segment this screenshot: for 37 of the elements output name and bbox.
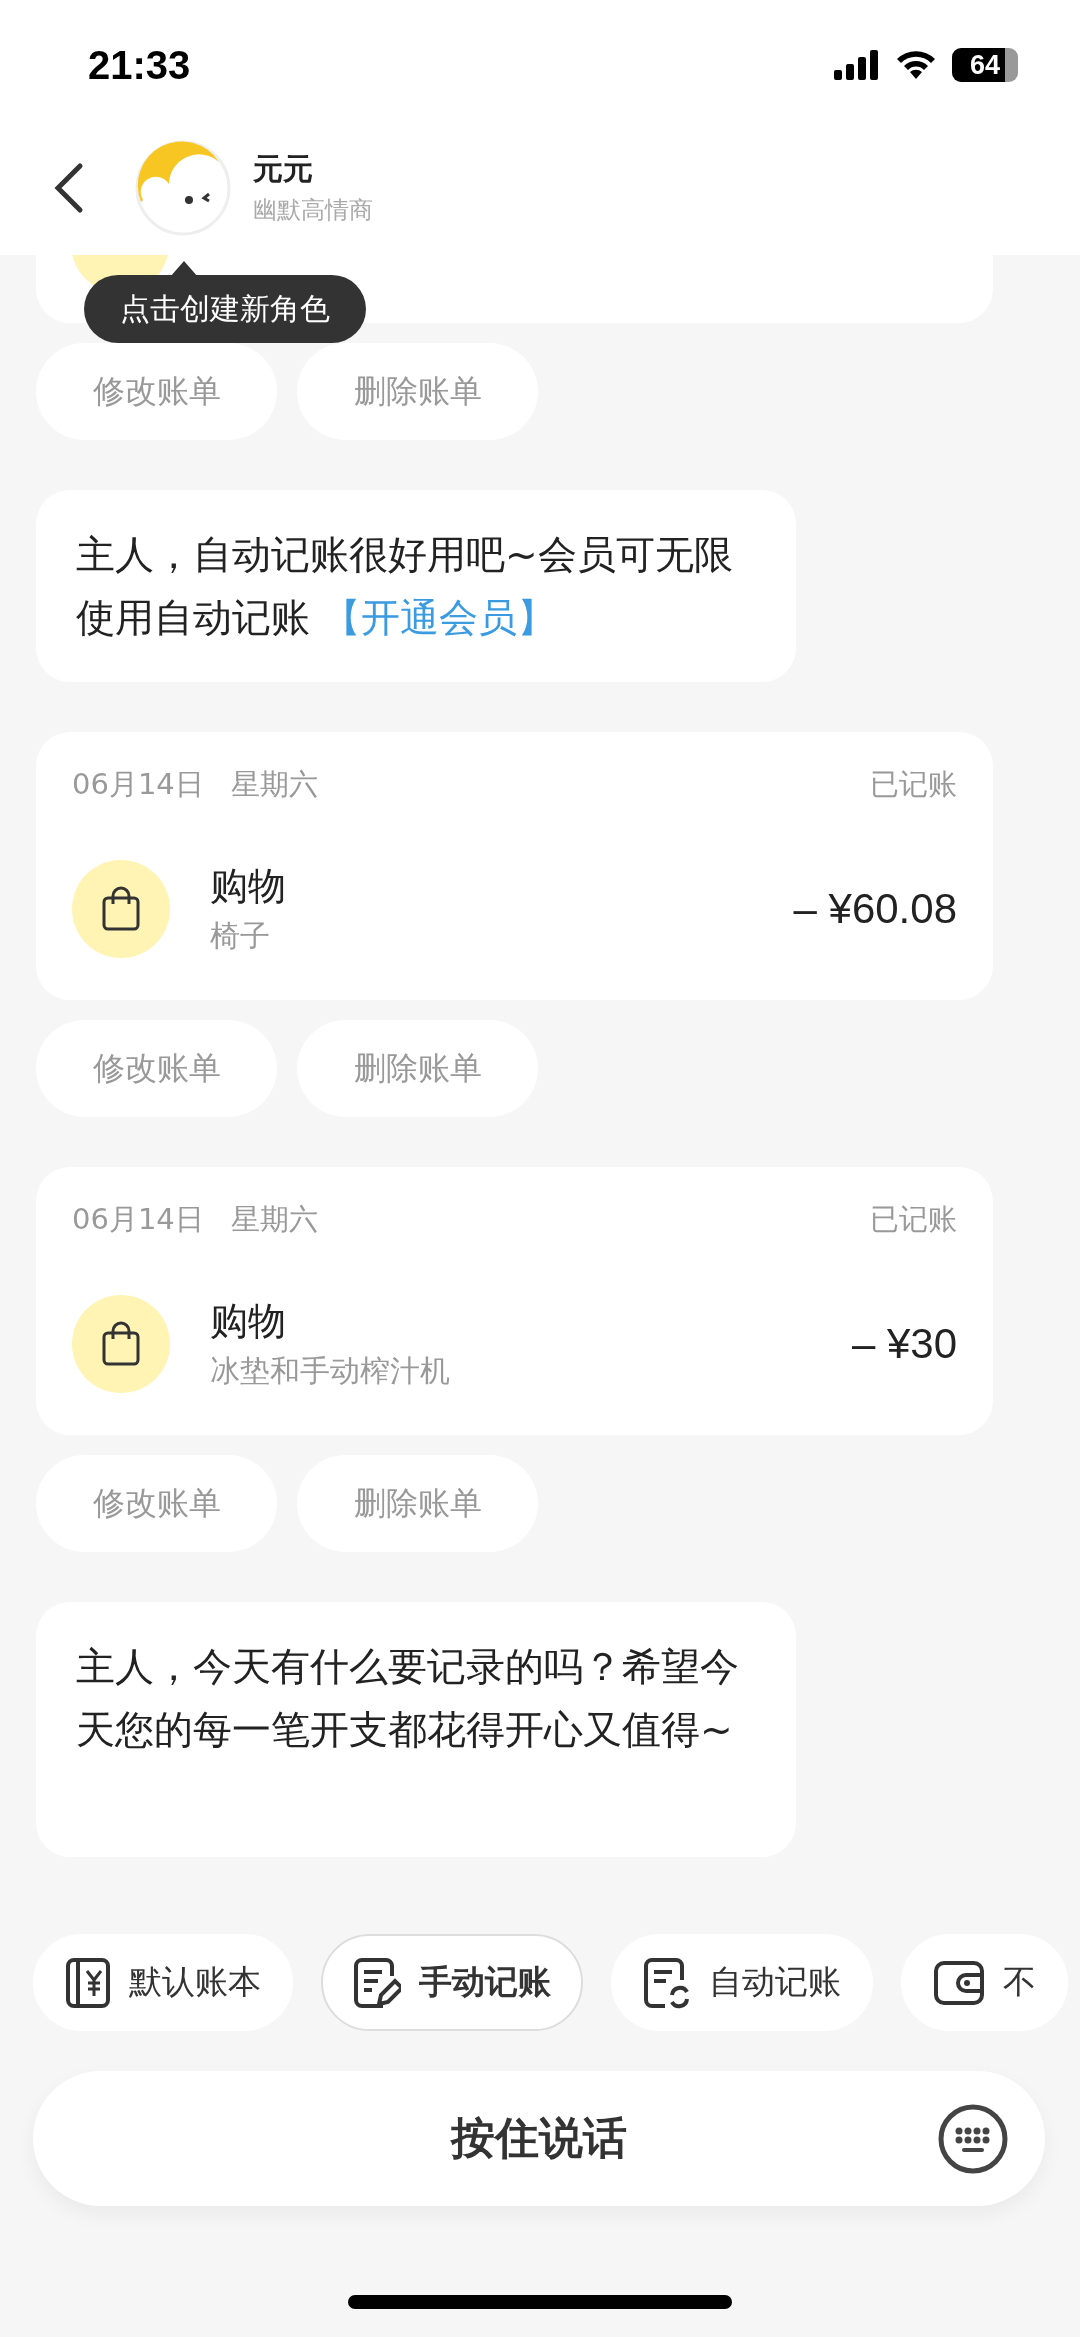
battery-level: 64 <box>952 48 1018 82</box>
record-note: 冰垫和手动榨汁机 <box>210 1352 451 1390</box>
character-subtitle: 幽默高情商 <box>253 195 373 226</box>
record-status: 已记账 <box>870 1203 957 1235</box>
message-text: 主人，今天有什么要记录的吗？希望今天您的每一笔开支都花得开心又值得~ <box>76 1643 740 1754</box>
bill-action-button[interactable]: 删除账单 <box>297 1020 538 1117</box>
record-category: 购物 <box>210 863 287 910</box>
mode-chip[interactable]: 手动记账 <box>321 1934 583 2031</box>
membership-link[interactable]: 【开通会员】 <box>322 595 557 640</box>
note-pen-icon <box>353 1956 401 2009</box>
note-refresh-icon <box>643 1956 691 2009</box>
tooltip: 点击创建新角色 <box>84 275 366 343</box>
mode-chip[interactable]: 不 <box>901 1934 1068 2031</box>
bill-action-button[interactable]: 删除账单 <box>297 343 538 440</box>
record-amount: – ¥60.08 <box>793 885 957 933</box>
shopping-bag-icon <box>101 886 141 932</box>
signal-icon <box>834 48 880 82</box>
status-time: 21:33 <box>88 42 191 88</box>
keyboard-icon[interactable] <box>937 2103 1009 2175</box>
record-amount: – ¥30 <box>851 1320 957 1368</box>
wallet-icon <box>933 1959 985 2006</box>
bill-action-button[interactable]: 修改账单 <box>36 343 277 440</box>
mode-chip[interactable]: 默认账本 <box>33 1934 293 2031</box>
bill-action-button[interactable]: 删除账单 <box>297 1455 538 1552</box>
hold-to-talk-button[interactable]: 按住说话 <box>33 2071 1045 2206</box>
character-name: 元元 <box>253 150 314 188</box>
record-category: 购物 <box>210 1298 287 1345</box>
record-date: 06月14日 星期六 <box>72 768 319 800</box>
bill-action-button[interactable]: 修改账单 <box>36 1020 277 1117</box>
record-note: 椅子 <box>210 917 271 955</box>
bill-action-button[interactable]: 修改账单 <box>36 1455 277 1552</box>
mode-chip[interactable]: 自动记账 <box>611 1934 873 2031</box>
message-text: 主人，自动记账很好用吧~会员可无限使用自动记账 【开通会员】 <box>76 531 734 642</box>
record-date: 06月14日 星期六 <box>72 1203 319 1235</box>
ledger-icon <box>65 1956 111 2009</box>
shopping-bag-icon <box>101 1321 141 1367</box>
record-status: 已记账 <box>870 768 957 800</box>
